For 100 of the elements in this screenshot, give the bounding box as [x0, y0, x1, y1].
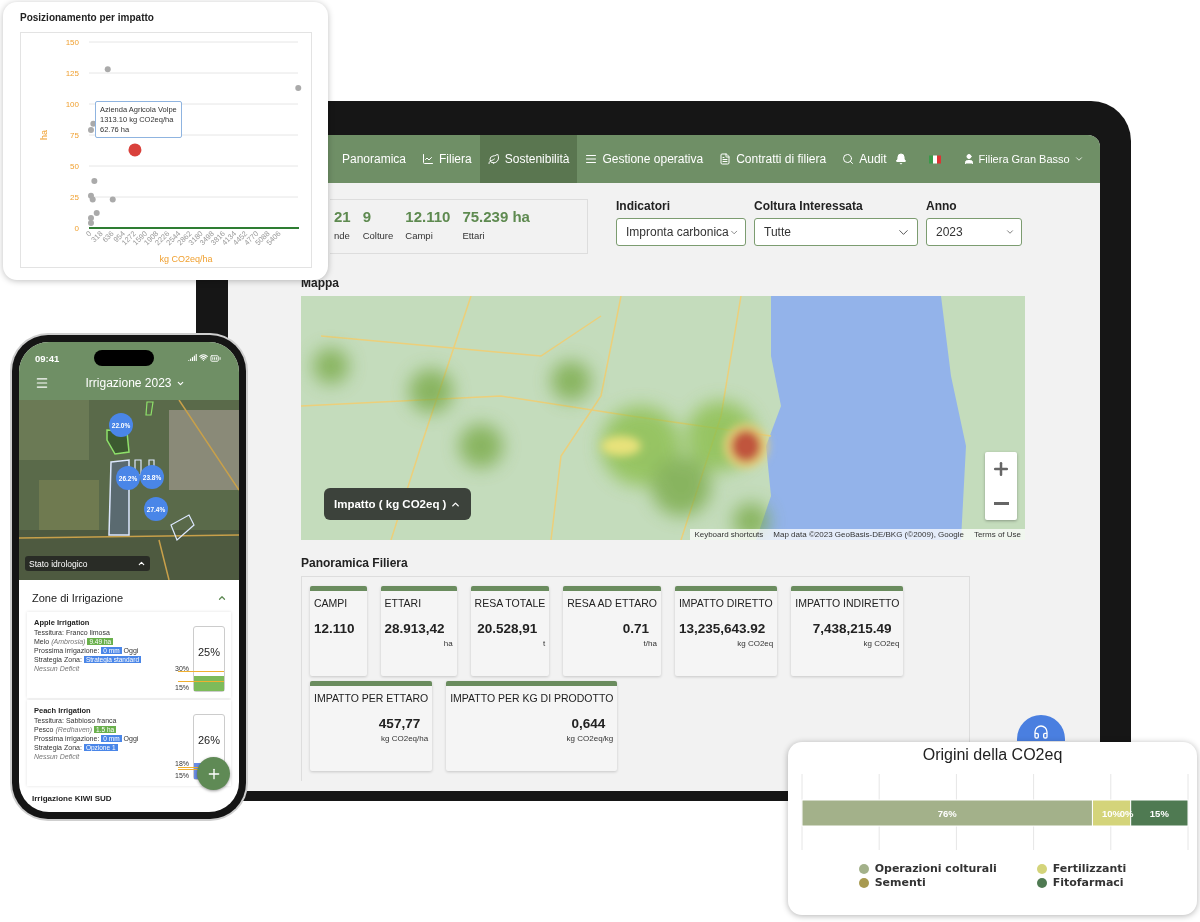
- card-title: Origini della CO2eq: [922, 746, 1063, 764]
- nav-tab[interactable]: Sostenibilità: [479, 135, 578, 183]
- legend-label: Fertilizzanti: [1052, 862, 1127, 875]
- axis-tick-label: 150: [65, 38, 79, 47]
- map-footer-link[interactable]: Terms of Use: [973, 530, 1021, 539]
- gauge-reading: 25%: [198, 646, 220, 658]
- stat-label: Colture: [362, 230, 394, 241]
- section-title: Panoramica Filiera: [301, 556, 409, 570]
- chart-icon: [422, 153, 435, 165]
- data-point: [295, 84, 302, 91]
- nav-tab[interactable]: Contratti di filiera: [711, 135, 835, 183]
- zone-name: Irrigazione KIWI SUD: [32, 794, 113, 803]
- metric-value: 0,644: [571, 716, 606, 731]
- nav-tab[interactable]: Audit: [834, 135, 895, 183]
- axis-tick-label: 75: [70, 131, 79, 140]
- support-button[interactable]: [1017, 715, 1065, 741]
- metric-label: IMPATTO DIRETTO: [678, 597, 774, 609]
- nav-tab[interactable]: Panoramica: [334, 135, 415, 183]
- plus-icon: [991, 459, 1011, 479]
- headphones-icon: [1033, 724, 1049, 740]
- filter-label: Indicatori: [616, 199, 671, 213]
- axis-tick-label: 50: [70, 162, 79, 171]
- stat-value: 75.239 ha: [462, 208, 530, 225]
- nav-tab[interactable]: Filiera: [414, 135, 480, 183]
- metric-value: 7,438,215.49: [812, 621, 892, 636]
- bell-icon[interactable]: [894, 153, 907, 165]
- stat-label: nde: [334, 230, 351, 241]
- wifi-icon: [199, 352, 208, 362]
- search-icon: [842, 153, 855, 165]
- stat-label: Campi: [405, 230, 434, 241]
- stat-value: 12.110: [405, 208, 451, 225]
- leaf-icon: [487, 153, 500, 165]
- document-icon: [719, 153, 732, 165]
- status-time: 09:41: [35, 352, 60, 364]
- metric-unit: kg CO2eq/ha: [381, 734, 429, 743]
- map-footer-link[interactable]: Keyboard shortcuts: [694, 530, 764, 539]
- filter-label: Coltura Interessata: [754, 199, 864, 213]
- metric-value: 457,77: [378, 716, 421, 731]
- bar-value-label: 76%: [937, 808, 957, 819]
- map-footer-link[interactable]: Map data ©2023 GeoBasis-DE/BKG (©2009), Google: [773, 530, 964, 539]
- legend-label: Sementi: [874, 876, 926, 889]
- metric-label: RESA TOTALE: [474, 597, 546, 609]
- map-legend-button[interactable]: Impatto ( kg CO2eq ): [324, 488, 472, 520]
- map-layer-button[interactable]: Stato idrologico: [25, 556, 150, 571]
- minus-icon: [993, 501, 1009, 505]
- data-point: [109, 196, 116, 203]
- metric-unit: t: [543, 639, 546, 648]
- axis-tick-label: 0: [74, 224, 79, 233]
- metric-unit: t/ha: [643, 639, 657, 648]
- metric-value: 28.913,42: [384, 621, 445, 636]
- bar-value-label: 15%: [1149, 808, 1169, 819]
- stat-value: 9: [362, 208, 373, 225]
- chevron-down-icon: [1005, 227, 1015, 237]
- card-title: Posizionamento per impatto: [20, 12, 155, 23]
- caret-icon: [1073, 154, 1084, 164]
- data-point: [91, 177, 98, 184]
- metric-unit: ha: [443, 639, 453, 648]
- metric-label: CAMPI: [314, 597, 349, 609]
- filter-label: Anno: [926, 199, 958, 213]
- y-axis-title: ha: [39, 130, 49, 140]
- stat-value: 21: [334, 208, 351, 225]
- legend-label: Fitofarmaci: [1052, 876, 1124, 889]
- nav-tab[interactable]: Gestione operativa: [577, 135, 712, 183]
- filter-dropdown[interactable]: 2023: [926, 218, 1022, 246]
- metric-label: IMPATTO PER ETTARO: [314, 692, 429, 704]
- flag-icon[interactable]: [928, 154, 941, 164]
- axis-tick-label: 125: [65, 69, 79, 78]
- filter-dropdown[interactable]: Impronta carbonica: [616, 218, 746, 246]
- metric-unit: kg CO2eq: [863, 639, 900, 648]
- bar-value-label: 10%: [1102, 808, 1122, 819]
- axis-tick-label: 100: [65, 100, 79, 109]
- section-title: Zone di Irrigazione: [32, 592, 124, 604]
- list-icon: [585, 153, 598, 165]
- chevron-up-icon[interactable]: [217, 593, 227, 603]
- gauge-reading: 26%: [198, 734, 220, 746]
- battery-icon: [210, 352, 221, 364]
- metric-value: 20.528,91: [477, 621, 538, 636]
- metric-label: ETTARI: [384, 597, 423, 609]
- stat-label: Ettari: [462, 230, 486, 241]
- metric-value: 0.71: [622, 621, 649, 636]
- user-menu[interactable]: Filiera Gran Basso: [962, 153, 1084, 165]
- metric-value: 12.110: [314, 621, 355, 636]
- filter-dropdown[interactable]: Tutte: [754, 218, 918, 246]
- legend-label: Operazioni colturali: [874, 862, 997, 875]
- metric-label: IMPATTO PER KG DI PRODOTTO: [450, 692, 614, 704]
- data-point: [104, 66, 111, 73]
- metric-value: 13,235,643.92: [678, 621, 766, 636]
- data-point: [128, 143, 142, 157]
- metric-label: IMPATTO INDIRETTO: [795, 597, 900, 609]
- menu-icon[interactable]: [35, 376, 49, 390]
- user-icon: [962, 153, 975, 165]
- axis-tick-label: 25: [70, 193, 79, 202]
- metric-label: RESA AD ETTARO: [567, 597, 657, 609]
- metric-unit: kg CO2eq/kg: [566, 734, 614, 743]
- caret-icon: [137, 559, 146, 568]
- signal-icon: [188, 352, 197, 362]
- x-axis-title: kg CO2eq/ha: [159, 254, 213, 264]
- metric-unit: kg CO2eq: [737, 639, 774, 648]
- camera-island: [93, 350, 154, 366]
- title-dropdown[interactable]: Irrigazione 2023: [85, 376, 185, 390]
